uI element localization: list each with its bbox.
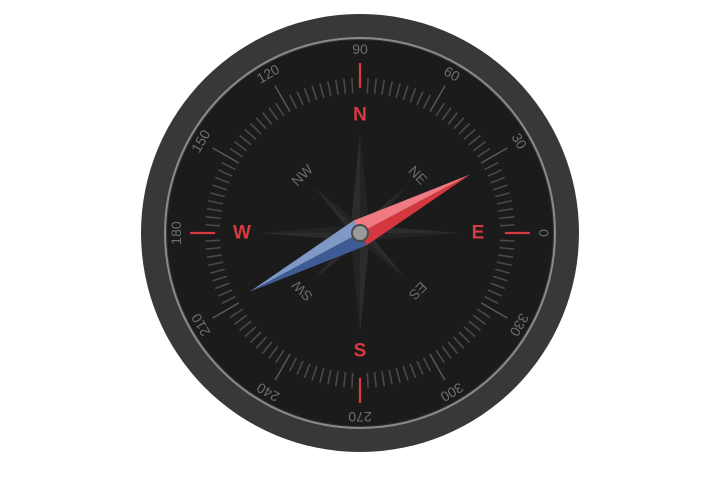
cardinal-label-w: W [233,223,251,244]
minor-tick [366,372,369,388]
degree-label: 90 [352,41,368,57]
minor-tick [205,239,221,242]
minor-tick [351,372,354,388]
minor-tick [499,224,515,227]
cardinal-label-e: E [472,223,485,244]
cardinal-label-n: N [353,105,367,126]
minor-tick [499,239,515,242]
needle-hub-center [353,226,367,240]
degree-label: 270 [348,409,372,425]
minor-tick [205,224,221,227]
minor-tick [351,78,354,94]
compass-dial: 0306090120150180210240270300330NESWNENWS… [141,14,579,452]
degree-label: 0 [536,229,552,237]
compass-widget: 0 30 60 90 120 150 180 210 240 270 300 330 N E S W NE NW S… [0,0,720,480]
degree-label: 180 [168,221,184,245]
cardinal-label-s: S [354,341,367,362]
minor-tick [366,78,369,94]
